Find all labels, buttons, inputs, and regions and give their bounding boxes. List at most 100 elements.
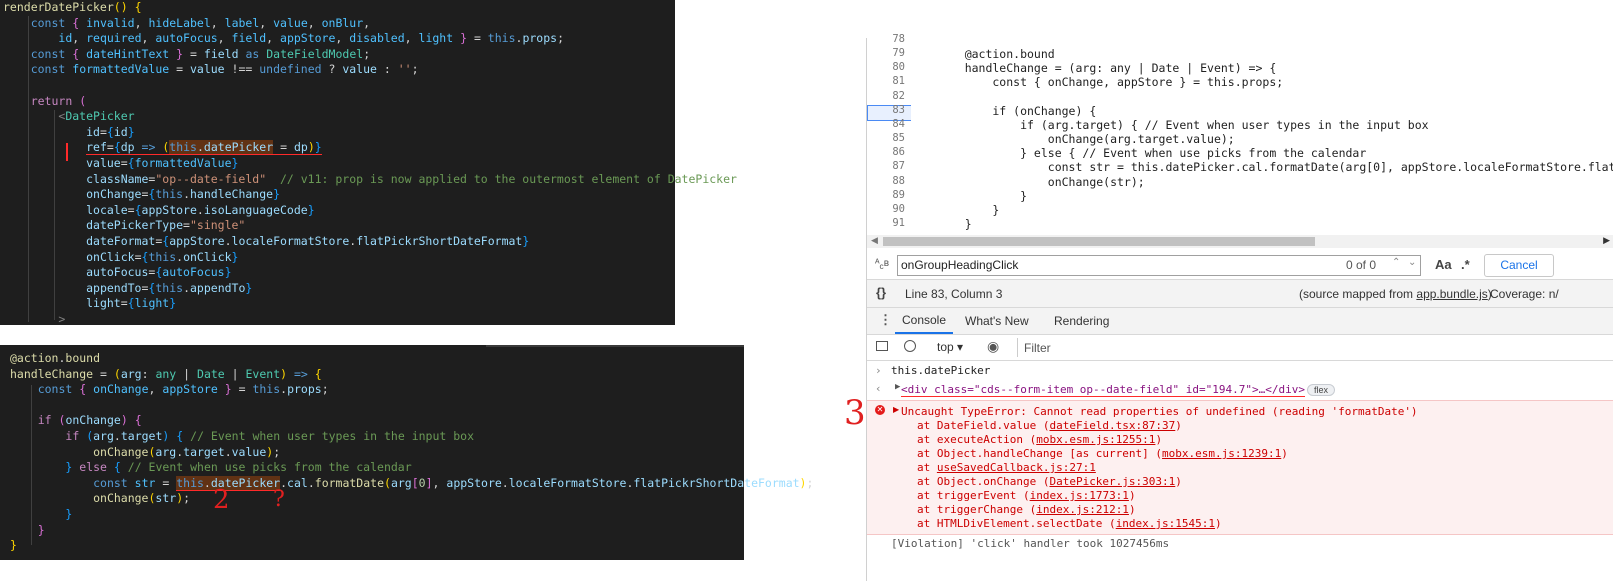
tab-console-label: Console [901,313,947,327]
prompt-chevron-icon: › [875,364,882,377]
live-expression-icon[interactable]: ◉ [987,338,999,355]
code-line: } [10,538,17,553]
line-number[interactable]: 89 [867,189,905,201]
red-marker [66,143,68,161]
error-expand-icon[interactable]: ▶ [893,405,899,414]
line-number[interactable]: 88 [867,175,905,187]
line-number[interactable]: 90 [867,203,905,215]
filter-input[interactable]: Filter [1017,338,1613,357]
code-line: locale={appStore.isoLanguageCode} [86,202,315,217]
console-result-row: ‹ ▶ <div class="cds--form-item op--date-… [867,380,1613,398]
regex-button[interactable]: .* [1461,257,1470,272]
scrollbar-thumb[interactable] [883,237,1315,246]
stack-frame-link[interactable]: useSavedCallback.js:27:1 [937,461,1096,474]
stack-frame-suffix: ) [1281,447,1288,460]
match-case-button[interactable]: Aa [1435,257,1452,272]
code-line: <DatePicker [58,109,135,124]
stack-frame-link[interactable]: DatePicker.js:303:1 [1049,475,1175,488]
line-number[interactable]: 80 [867,61,905,73]
annotation-3: 3 [844,393,866,433]
scroll-left-icon[interactable]: ◀ [871,235,878,246]
tab-whats-new[interactable]: What's New [965,314,1029,328]
line-number[interactable]: 79 [867,47,905,59]
stack-frame-text: at Object.handleChange [as current] ( [917,447,1163,460]
line-number[interactable]: 91 [867,217,905,229]
top-code-editor: renderDatePicker() { const { invalid, hi… [0,0,737,326]
code-line: const { dateHintText } = field as DateFi… [30,46,371,61]
clear-console-icon[interactable] [904,340,916,352]
stack-frame-text: at triggerChange ( [917,503,1037,516]
context-selector[interactable]: top ▾ [937,340,963,354]
horizontal-scrollbar[interactable]: ◀ ▶ [867,235,1613,248]
case-sensitive-icon[interactable]: ᴬcʙ [875,258,889,271]
drawer-menu-icon[interactable]: ⋮ [879,312,892,328]
line-number[interactable]: 86 [867,146,905,158]
tab-console[interactable]: Console [895,308,953,334]
source-text: if (onChange) { [937,103,1097,118]
line-number[interactable]: 81 [867,75,905,87]
code-line: onChange(str); [93,491,191,506]
code-line: @action.bound [10,351,101,365]
stack-frame-link[interactable]: dateField.tsx:87:37 [1049,419,1175,432]
devtools-panel: 78 79 @action.bound 80 handleChange = (arg… [866,33,1613,581]
annotation-question: ? [273,487,285,512]
result-arrow-icon: ‹ [875,382,882,395]
stack-frame-suffix: ) [1175,475,1182,488]
code-line: const { onChange, appStore } = this.prop… [37,382,329,397]
line-number[interactable]: 83 [867,104,905,116]
prev-result-icon[interactable]: ⌃ [1392,257,1400,268]
line-number[interactable]: 84 [867,118,905,130]
scroll-right-icon[interactable]: ▶ [1603,235,1610,246]
search-input[interactable]: onGroupHeadingClick [901,258,1018,272]
stack-frame-suffix: ) [1128,503,1136,516]
stack-frame-text: at triggerEvent ( [917,489,1030,502]
status-bar: {} Line 83, Column 3 (source mapped from… [867,280,1613,308]
result-element[interactable]: <div class="cds--form-item op--date-fiel… [901,383,1305,397]
source-text: const { onChange, appStore } = this.prop… [937,75,1284,90]
stack-frame-link[interactable]: index.js:212:1 [1036,503,1129,516]
line-number[interactable]: 82 [867,90,905,102]
error-title[interactable]: Uncaught TypeError: Cannot read properti… [901,405,1418,418]
stack-trace: at DateField.value (dateField.tsx:87:37)… [917,419,1288,531]
line-number[interactable]: 85 [867,132,905,144]
expand-triangle-icon[interactable]: ▶ [895,382,900,392]
code-line: renderDatePicker() { [3,0,142,14]
cancel-button[interactable]: Cancel [1484,254,1554,277]
cursor-position: Line 83, Column 3 [905,287,1003,301]
code-line: if (arg.target) { // Event when user typ… [65,428,475,443]
line-number[interactable]: 78 [867,33,905,45]
code-line: autoFocus={autoFocus} [86,265,232,280]
code-line: const str = this.datePicker.cal.formatDa… [93,475,814,491]
code-line: appendTo={this.appendTo} [86,280,253,295]
source-viewer[interactable]: 78 79 @action.bound 80 handleChange = (arg… [867,33,1613,234]
code-line: onChange={this.handleChange} [86,187,281,202]
line-number[interactable]: 87 [867,160,905,172]
code-line: dateFormat={appStore.localeFormatStore.f… [86,233,530,248]
source-text: if (arg.target) { // Event when user typ… [937,117,1429,132]
context-label: top [937,340,954,354]
bottom-code-editor: @action.bound handleChange = (arg: any |… [0,345,813,560]
source-text: @action.bound [937,47,1055,62]
sidebar-toggle-icon[interactable] [876,341,888,351]
stack-frame-link[interactable]: index.js:1773:1 [1030,489,1129,502]
source-mapped-link[interactable]: app.bundle.js [1416,287,1487,301]
annotation-2: 2 [213,485,230,515]
stack-frame-link[interactable]: mobx.esm.js:1239:1 [1162,447,1281,460]
next-result-icon[interactable]: ⌄ [1408,257,1416,268]
stack-frame-link[interactable]: mobx.esm.js:1255:1 [1036,433,1155,446]
source-text: handleChange = (arg: any | Date | Event)… [937,61,1277,76]
stack-frame: at triggerChange (index.js:212:1) [917,503,1288,517]
tab-rendering[interactable]: Rendering [1054,314,1109,328]
search-input-box[interactable]: onGroupHeadingClick 0 of 0 ⌃ ⌄ [897,255,1421,276]
stack-frame-link[interactable]: index.js:1545:1 [1116,517,1215,530]
pretty-print-icon[interactable]: {} [876,285,886,300]
flex-badge[interactable]: flex [1307,384,1336,396]
code-line: id, required, autoFocus, field, appStore… [58,31,564,46]
stack-frame-text: at executeAction ( [917,433,1037,446]
source-mapped-prefix: (source mapped from [1299,287,1417,301]
code-line: onChange(arg.target.value); [93,444,281,459]
stack-frame-text: at DateField.value ( [917,419,1050,432]
console-input[interactable]: this.datePicker [891,364,990,377]
